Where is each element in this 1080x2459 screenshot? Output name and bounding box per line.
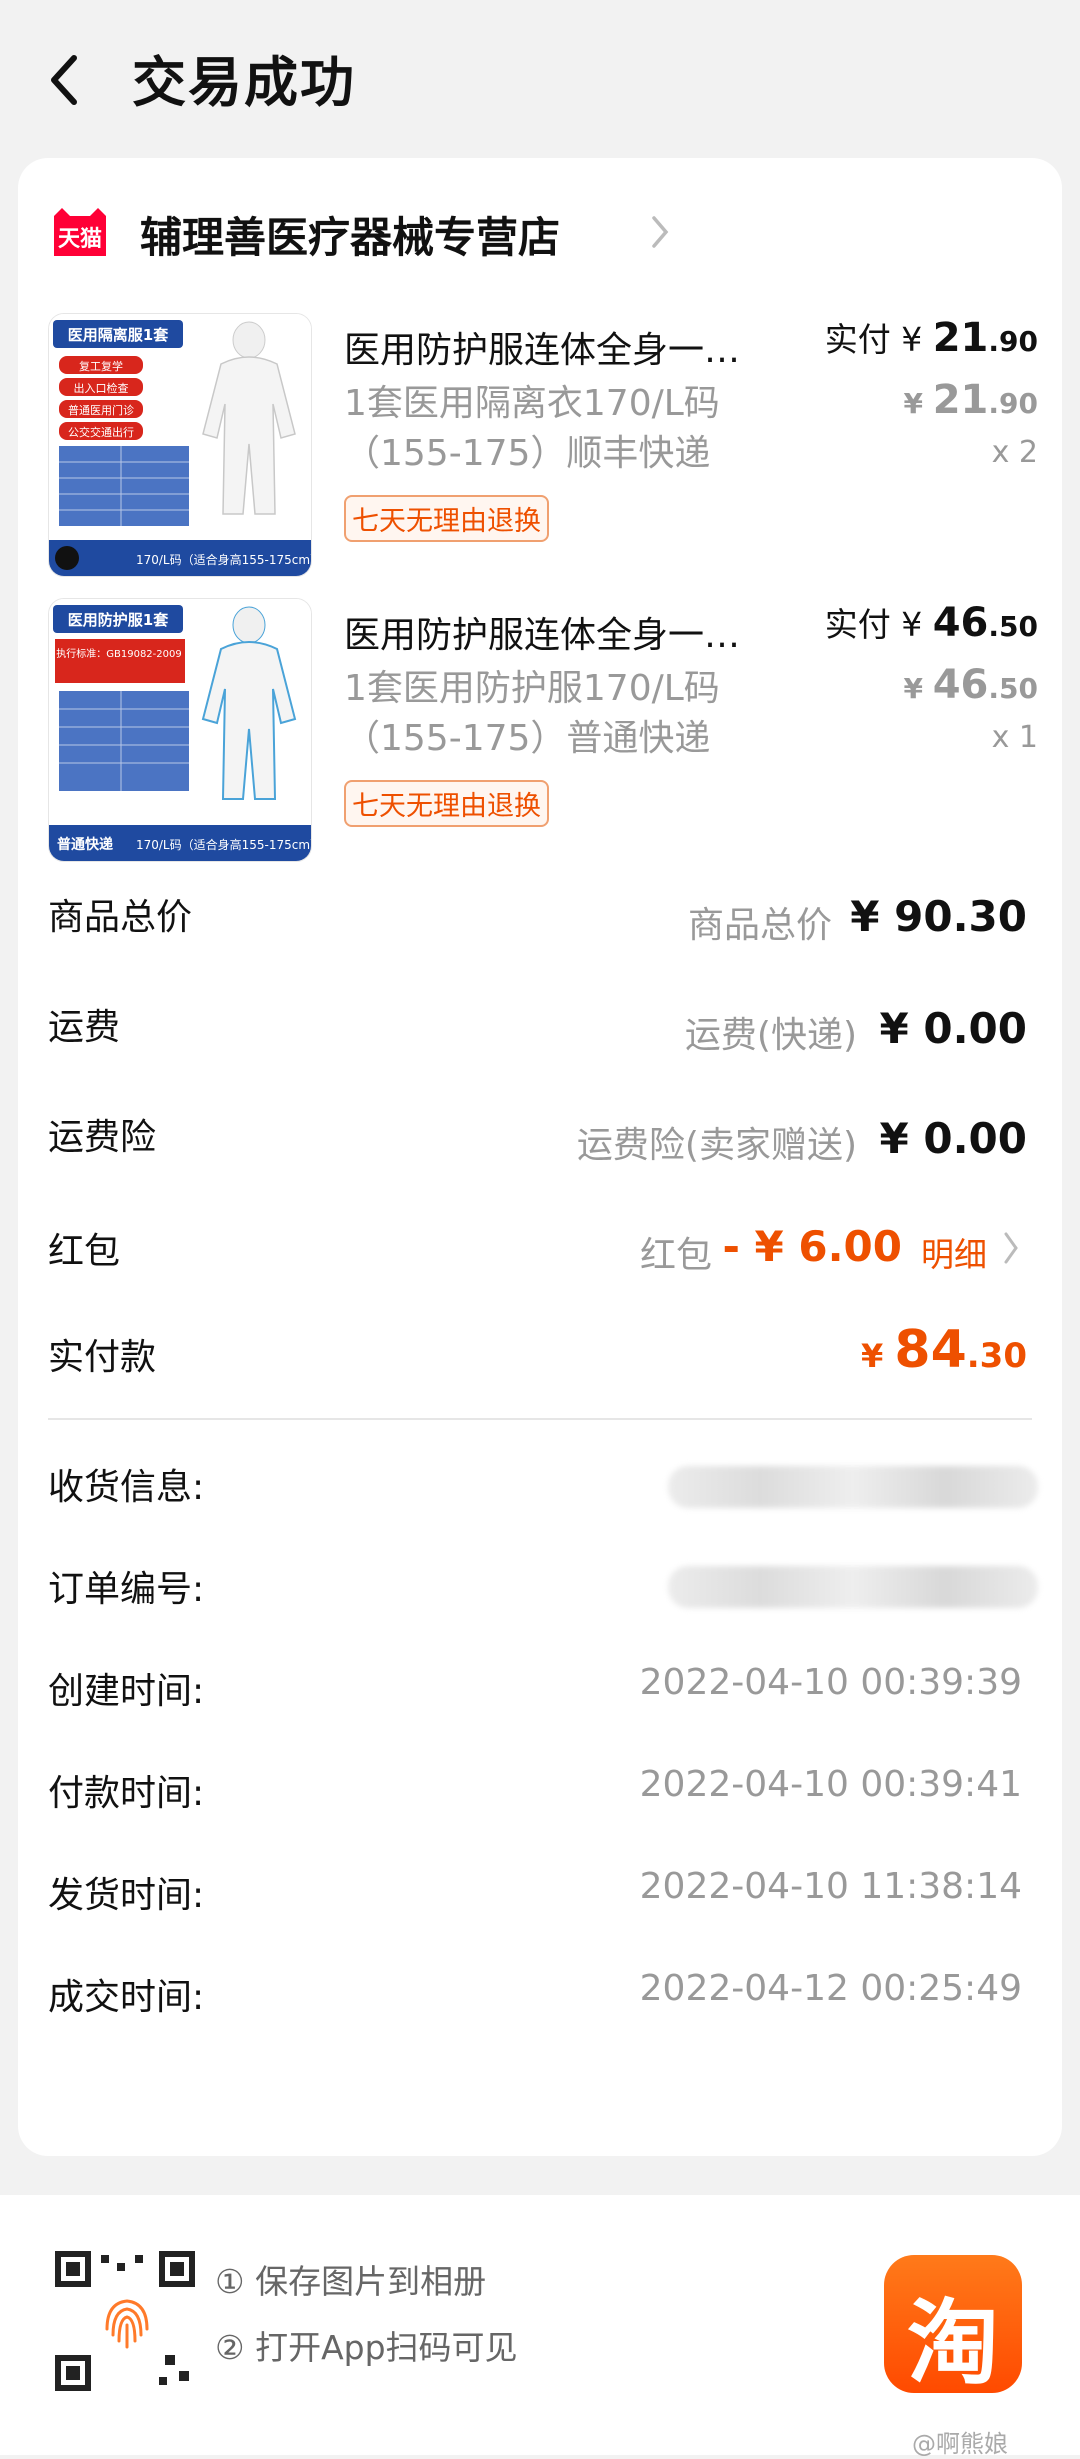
shipping-insurance-label: 运费险 — [48, 1117, 157, 1158]
back-arrow-icon[interactable] — [44, 52, 88, 108]
redacted-order-number — [668, 1566, 1038, 1608]
order-item[interactable]: 医用防护服1套 执行标准：GB19082-2009 普通快递 170/L码（适合… — [48, 598, 1038, 862]
taobao-logo-icon: 淘 — [906, 2290, 999, 2397]
item-paid-price: 实付 ¥ 21.90 — [824, 315, 1038, 361]
completed-time-label: 成交时间: — [48, 1977, 205, 2018]
created-time-value: 2022-04-10 00:39:39 — [639, 1662, 1022, 1703]
thumb-bullet: 普通医用门诊 — [68, 403, 134, 417]
thumb-bullet: 公交交通出行 — [68, 425, 134, 439]
shipping-insurance-sub: 运费险(卖家赠送) — [576, 1125, 857, 1166]
hint-open-app: ② 打开App扫码可见 — [215, 2328, 518, 2367]
chevron-right-icon[interactable] — [1002, 1230, 1020, 1266]
item-sku: 1套医用隔离衣170/L码 （155-175）顺丰快递 — [344, 379, 814, 479]
item-title: 医用防护服连体全身一… — [344, 330, 741, 371]
red-packet-label: 红包 — [48, 1231, 121, 1272]
thumb-footer: 170/L码（适合身高155-175cm） — [136, 837, 311, 852]
item-title: 医用防护服连体全身一… — [344, 615, 741, 656]
payment-time-value: 2022-04-10 00:39:41 — [639, 1764, 1022, 1805]
thumb-bullet: 出入口检查 — [74, 381, 129, 395]
top-bar: 交易成功 — [0, 0, 1080, 155]
tmall-logo-text: 天猫 — [58, 227, 102, 252]
sku-line: 1套医用隔离衣170/L码 — [344, 383, 720, 424]
shipped-time-value: 2022-04-10 11:38:14 — [639, 1866, 1022, 1907]
tmall-logo-icon: 天猫 — [54, 208, 106, 256]
thumb-bullet: 执行标准：GB19082-2009 — [56, 647, 181, 660]
item-quantity: x 1 — [991, 720, 1038, 755]
shipping-insurance-value: ¥ 0.00 — [879, 1114, 1027, 1163]
qr-code-icon[interactable] — [55, 2251, 195, 2391]
created-time-label: 创建时间: — [48, 1671, 205, 1712]
product-thumbnail[interactable]: 医用防护服1套 执行标准：GB19082-2009 普通快递 170/L码（适合… — [48, 598, 312, 862]
store-name: 辅理善医疗器械专营店 — [140, 213, 561, 262]
item-paid-price: 实付 ¥ 46.50 — [824, 600, 1038, 646]
item-quantity: x 2 — [991, 435, 1038, 470]
redacted-address — [668, 1466, 1038, 1508]
thumb-title: 医用防护服1套 — [68, 611, 169, 629]
shipping-sub: 运费(快递) — [684, 1015, 857, 1056]
sku-line: （155-175）普通快递 — [344, 718, 711, 759]
item-original-price: ¥ 46.50 — [903, 662, 1038, 708]
divider — [48, 1418, 1032, 1420]
chevron-right-icon — [652, 216, 669, 248]
sku-line: 1套医用防护服170/L码 — [344, 668, 720, 709]
red-packet-sub: 红包 — [639, 1235, 712, 1276]
shipping-value: ¥ 0.00 — [879, 1004, 1027, 1053]
thumb-footer: 170/L码（适合身高155-175cm） — [136, 552, 311, 567]
goods-total-sub: 商品总价 — [687, 905, 832, 946]
shipped-time-label: 发货时间: — [48, 1875, 205, 1916]
item-sku: 1套医用防护服170/L码 （155-175）普通快递 — [344, 664, 814, 764]
goods-total-value: ¥ 90.30 — [850, 892, 1027, 941]
watermark: @啊熊娘 — [912, 2430, 1008, 2458]
actual-payment-value: ¥ 84.30 — [860, 1320, 1027, 1380]
page-title: 交易成功 — [132, 51, 356, 114]
thumb-title: 医用隔离服1套 — [68, 326, 169, 344]
sku-line: （155-175）顺丰快递 — [344, 433, 711, 474]
shipping-label: 运费 — [48, 1007, 121, 1048]
goods-total-label: 商品总价 — [48, 897, 193, 938]
actual-payment-label: 实付款 — [48, 1337, 157, 1378]
red-packet-value: - ¥ 6.00 — [722, 1222, 902, 1271]
taobao-app-button[interactable]: 淘 — [884, 2255, 1022, 2397]
completed-time-value: 2022-04-12 00:25:49 — [639, 1968, 1022, 2009]
product-thumbnail[interactable]: 医用隔离服1套 复工复学 出入口检查 普通医用门诊 公交交通出行 170/L码（… — [48, 313, 312, 577]
return-policy-tag: 七天无理由退换 — [344, 780, 549, 827]
hint-save-image: ① 保存图片到相册 — [215, 2262, 487, 2301]
order-item[interactable]: 医用隔离服1套 复工复学 出入口检查 普通医用门诊 公交交通出行 170/L码（… — [48, 313, 1038, 577]
return-policy-tag: 七天无理由退换 — [344, 495, 549, 542]
thumb-bullet: 复工复学 — [79, 359, 123, 373]
shipping-info-label: 收货信息: — [48, 1467, 205, 1508]
item-original-price: ¥ 21.90 — [903, 377, 1038, 423]
red-packet-detail-link[interactable]: 明细 — [921, 1228, 987, 1276]
share-footer: ① 保存图片到相册 ② 打开App扫码可见 淘 — [0, 2195, 1080, 2455]
order-number-label: 订单编号: — [48, 1569, 205, 1610]
order-card: 天猫 辅理善医疗器械专营店 医用隔离服1套 复工复学 出入口检查 普通医用门诊 … — [18, 158, 1062, 2156]
store-row[interactable]: 天猫 辅理善医疗器械专营店 — [48, 206, 748, 276]
payment-time-label: 付款时间: — [48, 1773, 205, 1814]
thumb-badge: 普通快递 — [57, 836, 113, 853]
